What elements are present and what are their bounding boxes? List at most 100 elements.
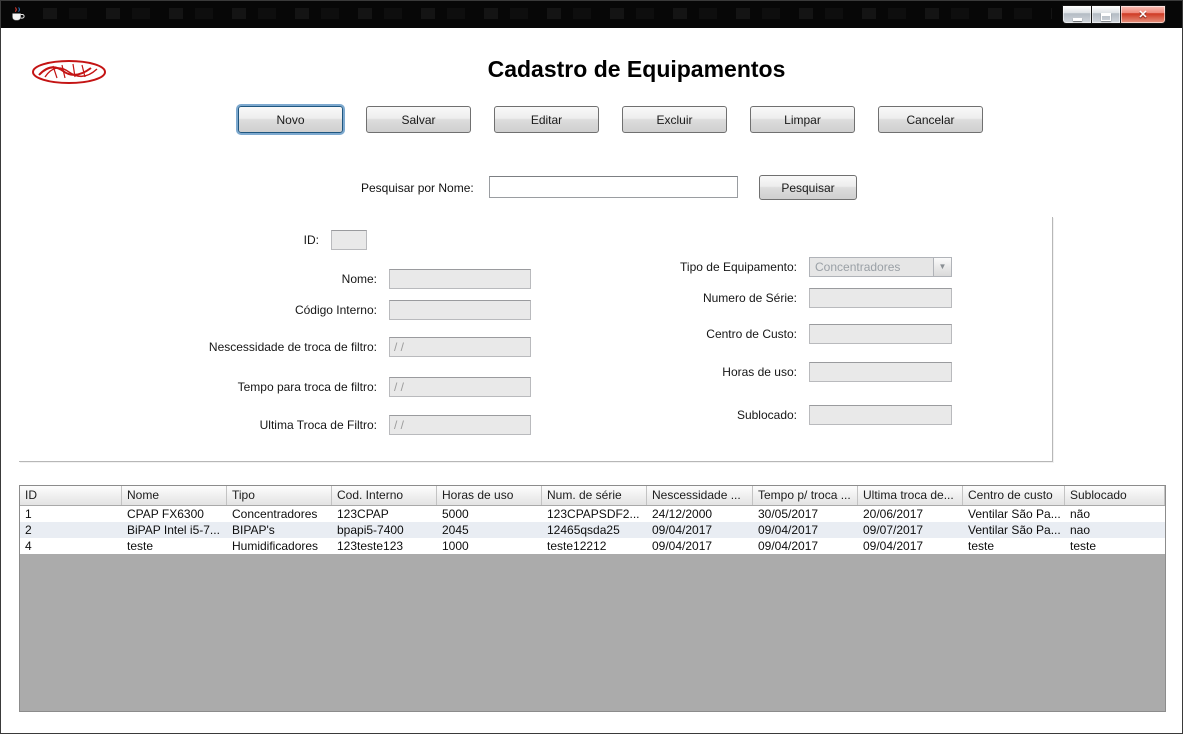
- nome-field[interactable]: [389, 269, 531, 289]
- id-label: ID:: [19, 233, 331, 247]
- column-header-id[interactable]: ID: [20, 486, 122, 505]
- id-row: ID:: [19, 230, 367, 250]
- tempo-para-troca-de-filtro-field[interactable]: [389, 377, 531, 397]
- column-header-ultima-troca-de[interactable]: Ultima troca de...: [858, 486, 963, 505]
- table-cell: 09/04/2017: [647, 522, 753, 538]
- tempo-para-troca-de-filtro-row: Tempo para troca de filtro:: [19, 377, 531, 397]
- codigo-interno-row: Código Interno:: [19, 300, 531, 320]
- table-cell: nao: [1065, 522, 1165, 538]
- table-cell: 123CPAP: [332, 506, 437, 522]
- column-header-centro-de-custo[interactable]: Centro de custo: [963, 486, 1065, 505]
- centro-de-custo-label: Centro de Custo:: [571, 327, 809, 341]
- table-cell: Ventilar São Pa...: [963, 506, 1065, 522]
- sublocado-field[interactable]: [809, 405, 952, 425]
- column-header-tempo-p-troca[interactable]: Tempo p/ troca ...: [753, 486, 858, 505]
- table-cell: 20/06/2017: [858, 506, 963, 522]
- table-cell: 1000: [437, 538, 542, 554]
- table-cell: Concentradores: [227, 506, 332, 522]
- chevron-down-icon[interactable]: ▼: [933, 258, 951, 276]
- table-row[interactable]: 1CPAP FX6300Concentradores123CPAP5000123…: [20, 506, 1165, 522]
- minimize-icon: [1073, 18, 1082, 21]
- column-header-nome[interactable]: Nome: [122, 486, 227, 505]
- maximize-button[interactable]: [1091, 5, 1120, 24]
- table-cell: 24/12/2000: [647, 506, 753, 522]
- table-cell: CPAP FX6300: [122, 506, 227, 522]
- tipo-de-equipamento-row: Tipo de Equipamento:Concentradores▼: [571, 257, 952, 277]
- ultima-troca-de-filtro-field[interactable]: [389, 415, 531, 435]
- tipo-de-equipamento-combobox[interactable]: Concentradores▼: [809, 257, 952, 277]
- nome-row: Nome:: [19, 269, 531, 289]
- search-button[interactable]: Pesquisar: [759, 175, 857, 200]
- table-cell: 2045: [437, 522, 542, 538]
- table-body: 1CPAP FX6300Concentradores123CPAP5000123…: [20, 506, 1165, 554]
- numero-de-serie-label: Numero de Série:: [571, 291, 809, 305]
- close-icon: ✕: [1138, 9, 1147, 21]
- numero-de-serie-row: Numero de Série:: [571, 288, 952, 308]
- nescessidade-de-troca-de-filtro-row: Nescessidade de troca de filtro:: [19, 337, 531, 357]
- page-title: Cadastro de Equipamentos: [91, 56, 1182, 83]
- table-cell: teste: [963, 538, 1065, 554]
- tempo-para-troca-de-filtro-label: Tempo para troca de filtro:: [19, 380, 389, 394]
- limpar-button[interactable]: Limpar: [750, 106, 855, 133]
- column-header-cod-interno[interactable]: Cod. Interno: [332, 486, 437, 505]
- nescessidade-de-troca-de-filtro-label: Nescessidade de troca de filtro:: [19, 340, 389, 354]
- tipo-de-equipamento-label: Tipo de Equipamento:: [571, 260, 809, 274]
- table-cell: 30/05/2017: [753, 506, 858, 522]
- table-cell: 09/04/2017: [753, 538, 858, 554]
- table-cell: 2: [20, 522, 122, 538]
- id-field[interactable]: [331, 230, 367, 250]
- minimize-button[interactable]: [1062, 5, 1091, 24]
- table-cell: teste: [1065, 538, 1165, 554]
- toolbar: Novo Salvar Editar Excluir Limpar Cancelar: [238, 106, 983, 133]
- title-bar: ✕: [1, 1, 1182, 28]
- search-label: Pesquisar por Nome:: [361, 181, 474, 195]
- codigo-interno-label: Código Interno:: [19, 303, 389, 317]
- centro-de-custo-field[interactable]: [809, 324, 952, 344]
- table-cell: Ventilar São Pa...: [963, 522, 1065, 538]
- horas-de-uso-field[interactable]: [809, 362, 952, 382]
- nome-label: Nome:: [19, 272, 389, 286]
- table-cell: BIPAP's: [227, 522, 332, 538]
- nescessidade-de-troca-de-filtro-field[interactable]: [389, 337, 531, 357]
- centro-de-custo-row: Centro de Custo:: [571, 324, 952, 344]
- table-cell: 09/04/2017: [753, 522, 858, 538]
- table-cell: 4: [20, 538, 122, 554]
- table-cell: 09/04/2017: [858, 538, 963, 554]
- table-cell: teste12212: [542, 538, 647, 554]
- table-row[interactable]: 4testeHumidificadores123teste1231000test…: [20, 538, 1165, 554]
- cancelar-button[interactable]: Cancelar: [878, 106, 983, 133]
- search-input[interactable]: [489, 176, 738, 198]
- column-header-sublocado[interactable]: Sublocado: [1065, 486, 1165, 505]
- column-header-tipo[interactable]: Tipo: [227, 486, 332, 505]
- table-header: IDNomeTipoCod. InternoHoras de usoNum. d…: [20, 486, 1165, 506]
- column-header-nescessidade[interactable]: Nescessidade ...: [647, 486, 753, 505]
- app-window: ✕ Cadastro de Equipamentos Novo Salvar Edi…: [0, 0, 1183, 734]
- window-controls: ✕: [1062, 5, 1166, 24]
- table-cell: Humidificadores: [227, 538, 332, 554]
- table-cell: 1: [20, 506, 122, 522]
- table-cell: BiPAP Intel i5-7...: [122, 522, 227, 538]
- column-header-num-de-serie[interactable]: Num. de série: [542, 486, 647, 505]
- table-cell: 123teste123: [332, 538, 437, 554]
- table-cell: não: [1065, 506, 1165, 522]
- ultima-troca-de-filtro-label: Ultima Troca de Filtro:: [19, 418, 389, 432]
- sublocado-label: Sublocado:: [571, 408, 809, 422]
- editar-button[interactable]: Editar: [494, 106, 599, 133]
- table-row[interactable]: 2BiPAP Intel i5-7...BIPAP'sbpapi5-740020…: [20, 522, 1165, 538]
- table-cell: 123CPAPSDF2...: [542, 506, 647, 522]
- table-cell: 09/04/2017: [647, 538, 753, 554]
- numero-de-serie-field[interactable]: [809, 288, 952, 308]
- salvar-button[interactable]: Salvar: [366, 106, 471, 133]
- horas-de-uso-row: Horas de uso:: [571, 362, 952, 382]
- horas-de-uso-label: Horas de uso:: [571, 365, 809, 379]
- novo-button[interactable]: Novo: [238, 106, 343, 133]
- excluir-button[interactable]: Excluir: [622, 106, 727, 133]
- table-cell: bpapi5-7400: [332, 522, 437, 538]
- table-cell: 12465qsda25: [542, 522, 647, 538]
- maximize-icon: [1101, 13, 1111, 21]
- column-header-horas-de-uso[interactable]: Horas de uso: [437, 486, 542, 505]
- codigo-interno-field[interactable]: [389, 300, 531, 320]
- close-button[interactable]: ✕: [1120, 5, 1166, 24]
- table-cell: 5000: [437, 506, 542, 522]
- table-cell: teste: [122, 538, 227, 554]
